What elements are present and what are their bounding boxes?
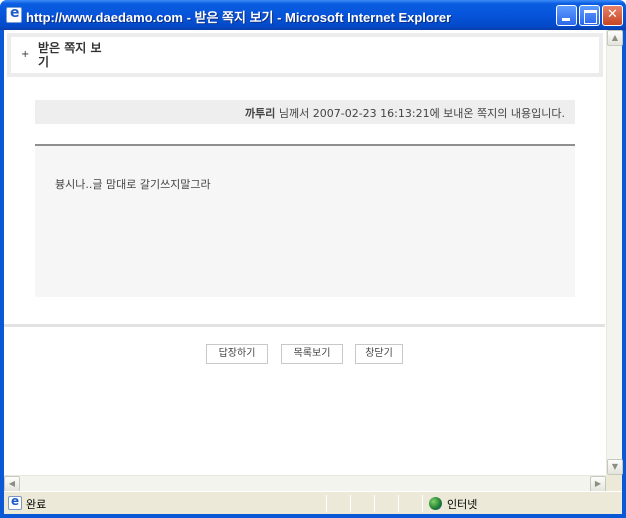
maximize-button[interactable] xyxy=(579,5,600,26)
message-info: 까투리 님께서 2007-02-23 16:13:21에 보내온 쪽지의 내용입… xyxy=(245,105,565,121)
vertical-scrollbar[interactable]: ▲ ▼ xyxy=(606,30,623,475)
minimize-button[interactable] xyxy=(556,5,577,26)
scroll-left-arrow-icon[interactable]: ◀ xyxy=(4,476,20,492)
status-separator xyxy=(398,495,399,512)
status-bar: 완료 인터넷 xyxy=(4,491,622,514)
scroll-down-arrow-icon[interactable]: ▼ xyxy=(607,459,623,475)
status-separator xyxy=(422,495,423,512)
status-text: 완료 xyxy=(26,498,47,511)
page-header: + 받은 쪽지 보기 xyxy=(7,33,603,77)
message-body: 븅시나..글 맘대로 갈기쓰지말그라 xyxy=(55,178,211,191)
browser-window: http://www.daedamo.com - 받은 쪽지 보기 - Micr… xyxy=(0,0,626,518)
title-bar[interactable]: http://www.daedamo.com - 받은 쪽지 보기 - Micr… xyxy=(0,0,626,30)
action-buttons: 답장하기 목록보기 창닫기 xyxy=(4,344,606,366)
close-window-button[interactable] xyxy=(602,5,623,26)
status-separator xyxy=(350,495,351,512)
status-separator xyxy=(326,495,327,512)
message-body-box: 븅시나..글 맘대로 갈기쓰지말그라 xyxy=(35,144,575,297)
plus-icon: + xyxy=(21,49,30,60)
close-button[interactable]: 창닫기 xyxy=(355,344,403,364)
scrollbar-corner xyxy=(606,475,622,491)
page-content: + 받은 쪽지 보기 까투리 님께서 2007-02-23 16:13:21에 … xyxy=(4,30,606,475)
message-info-text: 님께서 2007-02-23 16:13:21에 보내온 쪽지의 내용입니다. xyxy=(275,107,565,120)
sender-name: 까투리 xyxy=(245,107,276,120)
ie-icon xyxy=(6,5,22,23)
reply-button[interactable]: 답장하기 xyxy=(206,344,268,364)
page-icon xyxy=(8,494,22,510)
window-title: http://www.daedamo.com - 받은 쪽지 보기 - Micr… xyxy=(26,10,452,25)
message-info-bar: 까투리 님께서 2007-02-23 16:13:21에 보내온 쪽지의 내용입… xyxy=(35,100,575,124)
page-title: 받은 쪽지 보기 xyxy=(38,41,102,69)
zone-text: 인터넷 xyxy=(447,498,478,511)
status-separator xyxy=(374,495,375,512)
internet-zone-icon xyxy=(429,497,442,510)
scroll-up-arrow-icon[interactable]: ▲ xyxy=(607,30,623,46)
divider xyxy=(4,324,605,327)
scroll-right-arrow-icon[interactable]: ▶ xyxy=(590,476,606,492)
list-button[interactable]: 목록보기 xyxy=(281,344,343,364)
browser-client-area: + 받은 쪽지 보기 까투리 님께서 2007-02-23 16:13:21에 … xyxy=(4,30,623,514)
horizontal-scrollbar[interactable]: ◀ ▶ xyxy=(4,475,606,492)
